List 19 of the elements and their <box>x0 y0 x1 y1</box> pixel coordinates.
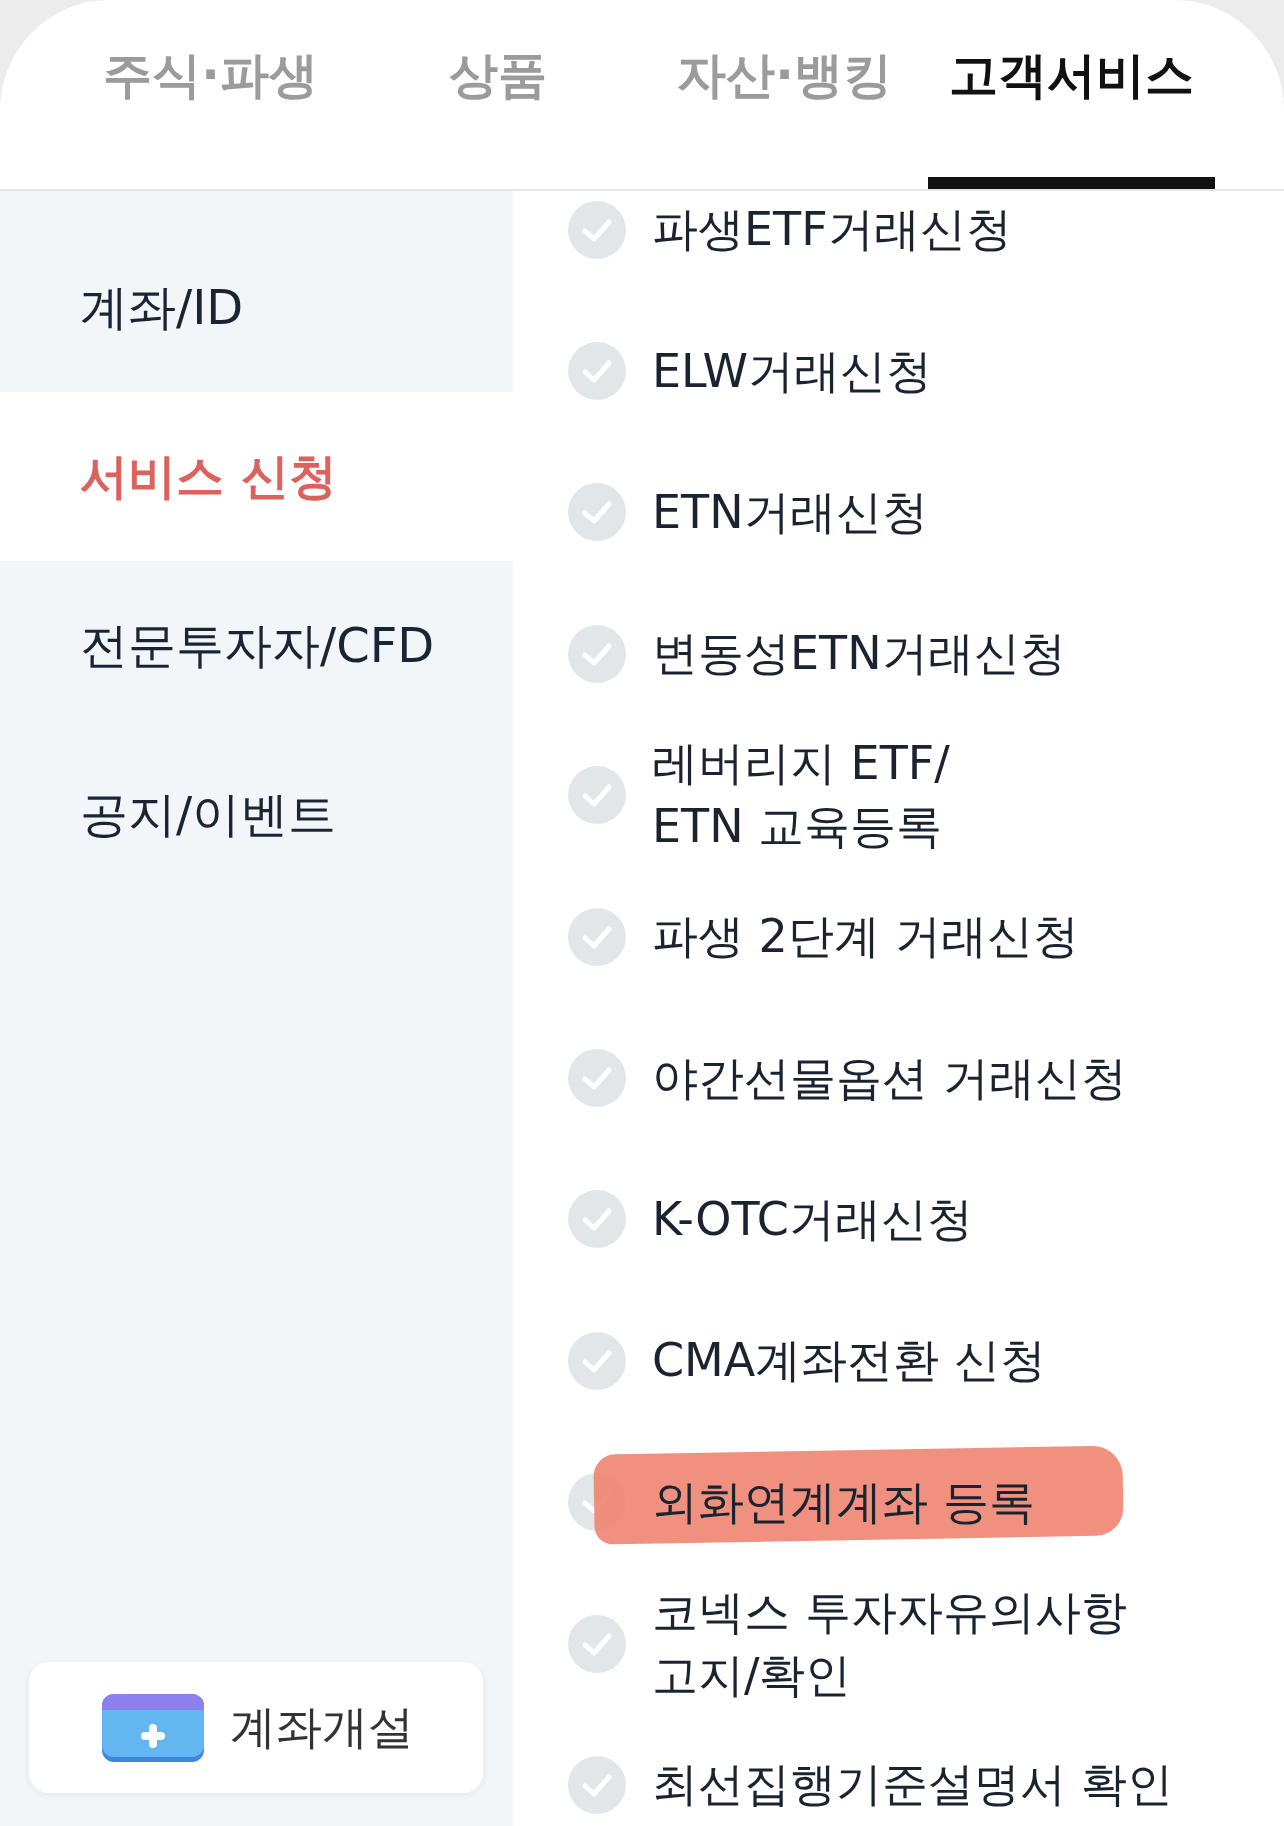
service-link[interactable]: 코넥스 투자자유의사항 고지/확인 <box>652 1580 1127 1707</box>
service-link[interactable]: K-OTC거래신청 <box>652 1187 973 1251</box>
service-link[interactable]: 레버리지 ETF/ ETN 교육등록 <box>652 732 950 859</box>
service-link[interactable]: 파생 2단계 거래신청 <box>652 905 1079 969</box>
sidebar-item[interactable]: 서비스 신청 <box>0 392 513 561</box>
service-link[interactable]: 외화연계계좌 등록 <box>652 1470 1035 1534</box>
sidebar-item[interactable]: 전문투자자/CFD <box>0 561 513 730</box>
tab[interactable]: 고객서비스 <box>928 0 1215 189</box>
service-link[interactable]: 파생ETF거래신청 <box>652 198 1012 262</box>
service-link[interactable]: ETN거래신청 <box>652 480 928 544</box>
card-plus-icon <box>102 1693 204 1762</box>
sidebar-item[interactable]: 계좌/ID <box>0 223 513 392</box>
service-link[interactable]: 변동성ETN거래신청 <box>652 622 1066 686</box>
open-account-button[interactable]: 계좌개설 <box>29 1662 483 1793</box>
sidebar-item[interactable]: 공지/이벤트 <box>0 730 513 899</box>
service-link[interactable]: ELW거래신청 <box>652 339 932 403</box>
service-link[interactable]: CMA계좌전환 신청 <box>652 1329 1046 1393</box>
service-link[interactable]: 야간선물옵션 거래신청 <box>652 1046 1127 1110</box>
service-link[interactable]: 최선집행기준설명서 확인 <box>652 1753 1173 1817</box>
